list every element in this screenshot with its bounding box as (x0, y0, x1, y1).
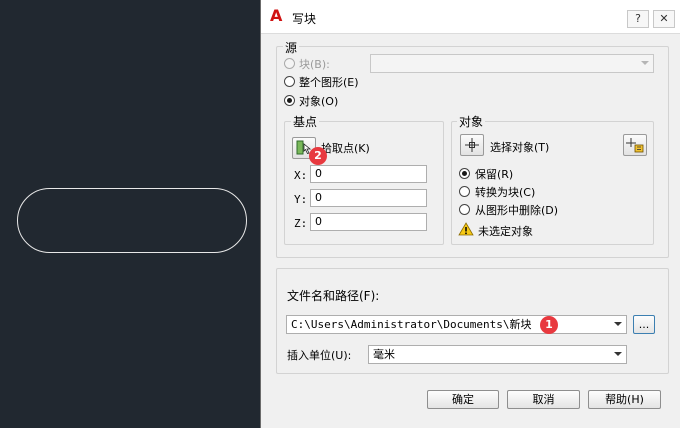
y-input[interactable]: 0 (310, 189, 427, 207)
entire-drawing-label: 整个图形(E) (299, 76, 359, 89)
radio-block[interactable] (284, 58, 295, 69)
radio-delete-from-drawing[interactable] (459, 204, 470, 215)
select-objects-label: 选择对象(T) (490, 141, 550, 154)
radio-retain[interactable] (459, 168, 470, 179)
file-path-value: C:\Users\Administrator\Documents\新块 (291, 318, 532, 331)
write-block-dialog: A 写块 ? ✕ 源 块(B): 整个图形(E) 对象(O) 基点 拾取点(K)… (260, 0, 680, 428)
quick-select-button[interactable] (623, 134, 647, 156)
dialog-title: 写块 (292, 12, 317, 26)
radio-convert-to-block[interactable] (459, 186, 470, 197)
callout-badge-2: 2 (309, 147, 327, 165)
base-point-label: 基点 (291, 113, 320, 130)
drawing-obround-shape[interactable] (17, 188, 247, 253)
dialog-titlebar: A 写块 ? ✕ (261, 0, 680, 34)
z-input[interactable]: 0 (310, 213, 427, 231)
file-path-label: 文件名和路径(F): (287, 289, 380, 303)
chevron-down-icon (614, 322, 622, 326)
radio-objects[interactable] (284, 95, 295, 106)
select-objects-button[interactable] (460, 134, 484, 156)
block-label: 块(B): (299, 58, 330, 71)
delete-from-drawing-label: 从图形中删除(D) (475, 204, 559, 217)
file-path-combo[interactable]: C:\Users\Administrator\Documents\新块 (286, 315, 627, 334)
objects-label: 对象(O) (299, 95, 339, 108)
convert-to-block-label: 转换为块(C) (475, 186, 536, 199)
insert-units-select[interactable]: 毫米 (368, 345, 627, 364)
close-button[interactable]: ✕ (653, 10, 675, 28)
quick-select-icon (626, 138, 644, 153)
insert-units-value: 毫米 (373, 348, 395, 361)
warning-label: 未选定对象 (478, 225, 533, 238)
warning-icon (458, 222, 474, 236)
retain-label: 保留(R) (475, 168, 514, 181)
chevron-down-icon (641, 61, 649, 65)
insert-units-label: 插入单位(U): (287, 349, 352, 362)
autocad-logo-icon: A (270, 6, 283, 25)
chevron-down-icon (614, 352, 622, 356)
help-button[interactable]: ? (627, 10, 649, 28)
x-input[interactable]: 0 (310, 165, 427, 183)
pick-point-label: 拾取点(K) (321, 142, 370, 155)
help-dialog-button[interactable]: 帮助(H) (588, 390, 661, 409)
objects-group-label: 对象 (457, 113, 486, 130)
x-label: X: (294, 169, 308, 182)
crosshair-icon (465, 138, 479, 152)
block-select[interactable] (370, 54, 654, 73)
ok-button[interactable]: 确定 (427, 390, 499, 409)
browse-button[interactable]: ... (633, 315, 655, 334)
y-label: Y: (294, 193, 308, 206)
cancel-button[interactable]: 取消 (507, 390, 580, 409)
radio-entire-drawing[interactable] (284, 76, 295, 87)
z-label: Z: (294, 217, 308, 230)
source-label: 源 (283, 39, 300, 56)
callout-badge-1: 1 (540, 316, 558, 334)
